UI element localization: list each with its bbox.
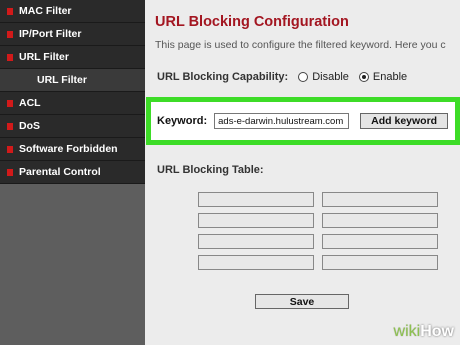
keyword-highlight: Keyword: Add keyword [146,97,460,145]
sidebar-item-dos[interactable]: DoS [0,115,145,138]
sidebar-item-label: Parental Control [19,166,101,178]
sidebar-item-label: Software Forbidden [19,143,118,155]
page-title: URL Blocking Configuration [155,14,349,30]
keyword-label: Keyword: [157,115,208,127]
enable-label: Enable [372,71,408,83]
table-cell [198,192,314,207]
bullet-icon [7,99,13,107]
sidebar-item-ip-port-filter[interactable]: IP/Port Filter [0,23,145,46]
bullet-icon [7,30,13,38]
bullet-icon [7,53,13,61]
sidebar: MAC Filter IP/Port Filter URL Filter URL… [0,0,145,345]
disable-label: Disable [312,71,349,83]
sidebar-item-label: URL Filter [37,74,87,86]
enable-radio[interactable]: Enable [358,71,408,83]
radio-icon [298,72,309,82]
sidebar-item-mac-filter[interactable]: MAC Filter [0,0,145,23]
table-cell [322,234,438,249]
watermark-part1: wiki [393,323,421,340]
watermark-part2: How [420,323,454,340]
sidebar-subitem-url-filter[interactable]: URL Filter [0,69,145,92]
sidebar-item-label: URL Filter [19,51,69,63]
bullet-icon [7,168,13,176]
table-cell [322,192,438,207]
sidebar-item-acl[interactable]: ACL [0,92,145,115]
sidebar-item-label: ACL [19,97,41,109]
keyword-input[interactable] [214,113,350,129]
disable-radio[interactable]: Disable [298,71,349,83]
table-cell [322,255,438,270]
sidebar-menu: MAC Filter IP/Port Filter URL Filter URL… [0,0,145,184]
table-cell [322,213,438,228]
blocking-table [198,192,438,270]
sidebar-item-label: MAC Filter [19,5,72,17]
bullet-icon [7,145,13,153]
page-description: This page is used to configure the filte… [155,39,446,51]
sidebar-item-software-forbidden[interactable]: Software Forbidden [0,138,145,161]
sidebar-item-url-filter[interactable]: URL Filter [0,46,145,69]
bullet-icon [7,7,13,15]
capability-label: URL Blocking Capability: [157,71,289,83]
add-keyword-button[interactable]: Add keyword [360,113,449,129]
keyword-row: Keyword: Add keyword [151,102,455,140]
radio-selected-icon [358,72,369,82]
table-cell [198,234,314,249]
save-button[interactable]: Save [255,294,349,309]
table-cell [198,255,314,270]
sidebar-item-label: DoS [19,120,40,132]
watermark: wiki How [394,323,454,341]
main-content: URL Blocking Configuration This page is … [146,0,460,345]
sidebar-item-parental-control[interactable]: Parental Control [0,161,145,184]
bullet-icon [7,122,13,130]
blocking-table-label: URL Blocking Table: [157,164,264,176]
capability-row: URL Blocking Capability: Disable Enable [157,71,407,83]
table-cell [198,213,314,228]
sidebar-item-label: IP/Port Filter [19,28,82,40]
